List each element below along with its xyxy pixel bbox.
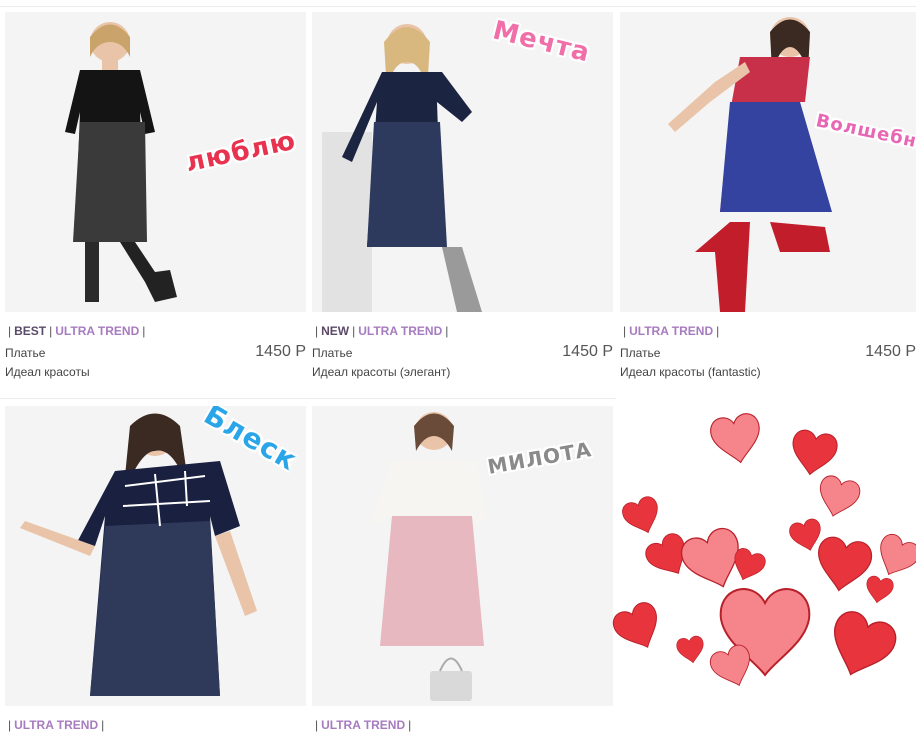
heart-icon — [787, 427, 840, 479]
product-card-3[interactable]: Волшебно | ULTRA TREND | Платье Идеал крас… — [620, 12, 916, 379]
model-illustration — [5, 12, 306, 312]
product-type: Платье — [312, 346, 353, 360]
tag-ultra-trend[interactable]: ULTRA TREND — [629, 324, 713, 338]
heart-icon — [811, 534, 875, 596]
model-illustration — [312, 406, 613, 706]
product-photo[interactable]: Волшебно — [620, 12, 916, 312]
model-illustration — [312, 12, 613, 312]
heart-icon — [707, 411, 766, 468]
heart-icon — [675, 634, 707, 666]
tag-ultra-trend[interactable]: ULTRA TREND — [321, 718, 405, 732]
product-card-5[interactable]: МИЛОТА | ULTRA TREND | — [312, 406, 613, 732]
tag-ultra-trend[interactable]: ULTRA TREND — [14, 718, 98, 732]
hearts-decoration — [610, 411, 916, 693]
heart-icon — [610, 598, 669, 658]
product-name[interactable]: Идеал красоты — [5, 365, 90, 379]
product-price: 1450 Р — [865, 343, 916, 360]
top-divider — [0, 6, 916, 7]
row-divider — [0, 398, 616, 399]
product-tags: | ULTRA TREND | — [8, 718, 105, 732]
product-name[interactable]: Идеал красоты (fantastic) — [620, 365, 761, 379]
product-tags: | ULTRA TREND | — [315, 718, 412, 732]
tag-new[interactable]: NEW — [321, 324, 349, 338]
heart-icon — [820, 606, 902, 686]
tag-ultra-trend[interactable]: ULTRA TREND — [55, 324, 139, 338]
model-illustration — [5, 406, 306, 706]
product-tags: | BEST | ULTRA TREND | — [8, 324, 146, 338]
heart-icon — [863, 574, 895, 606]
product-tags: | NEW | ULTRA TREND | — [315, 324, 449, 338]
product-card-2[interactable]: Мечта | NEW | ULTRA TREND | Платье Идеал кра… — [312, 12, 613, 379]
tag-ultra-trend[interactable]: ULTRA TREND — [358, 324, 442, 338]
product-photo[interactable]: люблю — [5, 12, 306, 312]
product-tags: | ULTRA TREND | — [623, 324, 720, 338]
product-price: 1450 Р — [562, 343, 613, 360]
heart-icon — [870, 530, 916, 584]
product-type: Платье — [620, 346, 661, 360]
model-illustration — [620, 12, 916, 312]
heart-icon — [813, 473, 863, 522]
product-photo[interactable]: Мечта — [312, 12, 613, 312]
product-card-4[interactable]: Блеск | ULTRA TREND | — [5, 406, 306, 732]
heart-icon — [619, 493, 666, 540]
product-card-1[interactable]: люблю | BEST | ULTRA TREND | Платье Идеал кр… — [5, 12, 306, 379]
product-type: Платье — [5, 346, 46, 360]
product-photo[interactable]: Блеск — [5, 406, 306, 706]
product-photo[interactable]: МИЛОТА — [312, 406, 613, 706]
tag-best[interactable]: BEST — [14, 324, 46, 338]
product-name[interactable]: Идеал красоты (элегант) — [312, 365, 450, 379]
product-price: 1450 Р — [255, 343, 306, 360]
